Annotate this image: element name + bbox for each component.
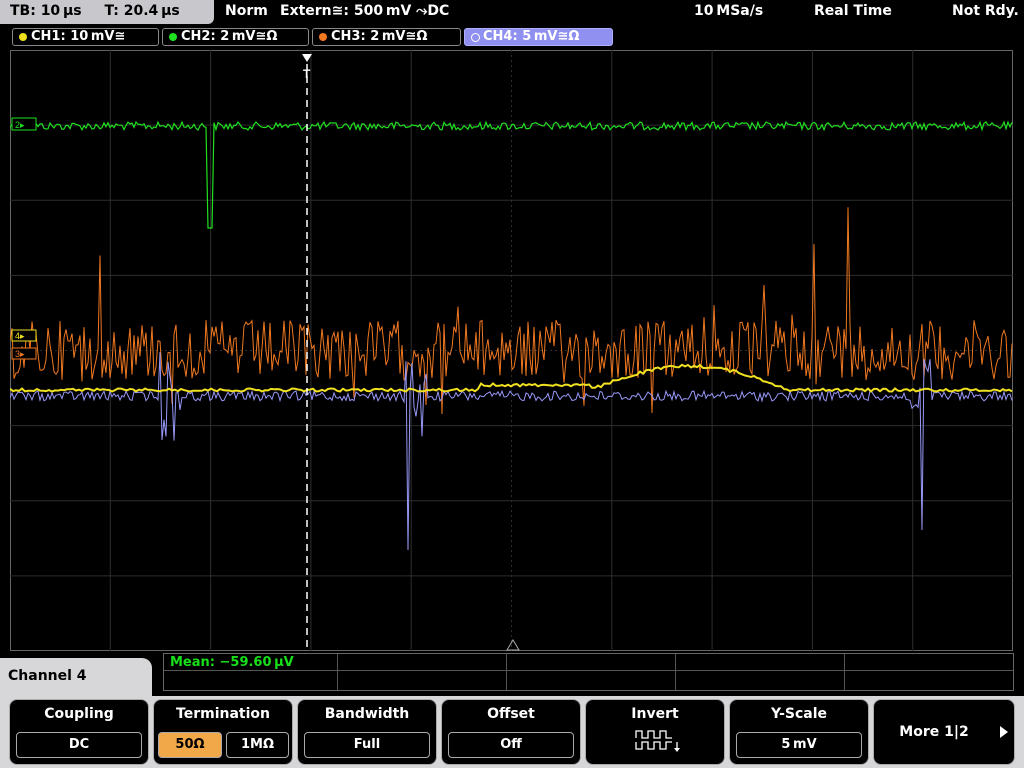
acquisition-mode: Real Time — [814, 3, 892, 19]
more-softkey[interactable]: More 1|2 — [873, 699, 1015, 765]
ch2-offset-marker-label: 2▸ — [15, 120, 25, 130]
sample-rate: 10 MSa/s — [694, 3, 764, 19]
measurement-divider — [164, 670, 1013, 671]
trigger-mode: Norm — [225, 3, 268, 19]
ch4-color-dot — [471, 33, 480, 42]
offset-value[interactable]: Off — [448, 732, 574, 758]
channel-tab-ch4[interactable]: CH4: 5 mV≅Ω — [464, 28, 613, 46]
ch1-label: CH1: 10 mV≅ — [31, 29, 126, 44]
measurement-cell-divider — [506, 654, 507, 690]
waveform-plot: T 2▸ 4▸ 3▸ — [10, 50, 1013, 651]
horizontal-position-marker[interactable] — [506, 639, 520, 651]
invert-softkey[interactable]: Invert — [585, 699, 725, 765]
bandwidth-label: Bandwidth — [324, 706, 410, 722]
ch3-label: CH3: 2 mV≅Ω — [331, 29, 428, 44]
coupling-label: Coupling — [44, 706, 114, 722]
channel-tab-ch1[interactable]: CH1: 10 mV≅ — [12, 28, 159, 46]
trigger-time-readout: T: 20.4 µs — [104, 3, 180, 19]
channel-tab-ch3[interactable]: CH3: 2 mV≅Ω — [312, 28, 461, 46]
status-bar: Norm Extern≅: 500 mV ⤳DC 10 MSa/s Real T… — [217, 0, 1024, 24]
yscale-softkey[interactable]: Y-Scale 5 mV — [729, 699, 869, 765]
ch3-color-dot — [319, 33, 327, 41]
coupling-softkey[interactable]: Coupling DC — [9, 699, 149, 765]
trigger-source: Extern≅: 500 mV ⤳DC — [280, 3, 450, 19]
termination-1mohm-option[interactable]: 1MΩ — [226, 732, 289, 758]
offset-label: Offset — [487, 706, 535, 722]
chevron-right-icon — [1000, 726, 1008, 738]
bandwidth-value[interactable]: Full — [304, 732, 430, 758]
measurement-cell-divider — [675, 654, 676, 690]
measurement-cell-divider — [844, 654, 845, 690]
yscale-value[interactable]: 5 mV — [736, 732, 862, 758]
offset-softkey[interactable]: Offset Off — [441, 699, 581, 765]
ch2-color-dot — [169, 33, 177, 41]
ch4-label: CH4: 5 mV≅Ω — [483, 29, 580, 44]
ch4-offset-marker-label: 4▸ — [15, 331, 25, 341]
channel-tab-ch2[interactable]: CH2: 2 mV≅Ω — [162, 28, 309, 46]
menu-title: Channel 4 — [0, 658, 152, 698]
yscale-label: Y-Scale — [770, 706, 827, 722]
measurement-panel: Mean: −59.60 µV — [163, 653, 1014, 691]
termination-softkey[interactable]: Termination 50Ω 1MΩ — [153, 699, 293, 765]
invert-waveform-icon — [635, 730, 680, 752]
more-label: More 1|2 — [899, 724, 969, 740]
ch3-offset-marker-label: 3▸ — [15, 349, 25, 359]
trigger-marker-label: T — [303, 67, 311, 81]
acquisition-state: Not Rdy. — [952, 3, 1019, 19]
invert-label: Invert — [631, 706, 679, 722]
bandwidth-softkey[interactable]: Bandwidth Full — [297, 699, 437, 765]
ch2-label: CH2: 2 mV≅Ω — [181, 29, 278, 44]
measurement-cell-divider — [337, 654, 338, 690]
ch1-color-dot — [19, 33, 27, 41]
mean-measurement: Mean: −59.60 µV — [170, 655, 294, 670]
status-timebase-panel: TB: 10 µs T: 20.4 µs — [0, 0, 214, 24]
termination-label: Termination — [176, 706, 270, 722]
timebase-readout: TB: 10 µs — [10, 3, 82, 19]
termination-50ohm-option[interactable]: 50Ω — [158, 732, 222, 758]
coupling-value[interactable]: DC — [16, 732, 142, 758]
